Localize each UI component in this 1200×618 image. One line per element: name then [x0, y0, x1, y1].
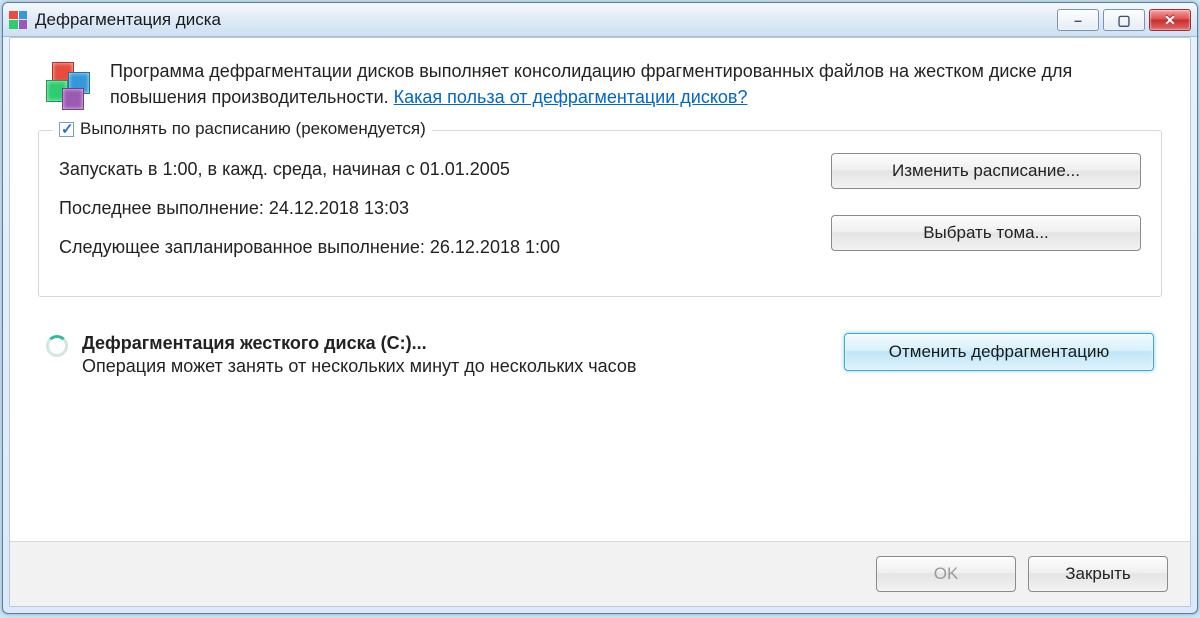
- schedule-group: Выполнять по расписанию (рекомендуется) …: [38, 130, 1162, 297]
- close-dialog-button[interactable]: Закрыть: [1028, 556, 1168, 592]
- schedule-run-line: Запускать в 1:00, в кажд. среда, начиная…: [59, 159, 791, 180]
- minimize-button[interactable]: –: [1057, 9, 1099, 31]
- close-button[interactable]: ✕: [1149, 9, 1191, 31]
- ok-button: OK: [876, 556, 1016, 592]
- client-area: Программа дефрагментации дисков выполняе…: [9, 37, 1191, 607]
- schedule-checkbox[interactable]: [59, 122, 74, 137]
- schedule-body: Запускать в 1:00, в кажд. среда, начиная…: [59, 147, 1141, 276]
- cancel-defrag-button[interactable]: Отменить дефрагментацию: [844, 333, 1154, 371]
- schedule-next-run: Следующее запланированное выполнение: 26…: [59, 237, 791, 258]
- status-left: Дефрагментация жесткого диска (C:)... Оп…: [46, 333, 804, 377]
- status-title: Дефрагментация жесткого диска (C:)...: [82, 333, 636, 354]
- status-desc: Операция может занять от нескольких мину…: [82, 356, 636, 377]
- window-controls: – ▢ ✕: [1057, 9, 1191, 31]
- footer: OK Закрыть: [10, 541, 1190, 606]
- status-text: Дефрагментация жесткого диска (C:)... Оп…: [82, 333, 636, 377]
- select-volumes-button[interactable]: Выбрать тома...: [831, 215, 1141, 251]
- titlebar[interactable]: Дефрагментация диска – ▢ ✕: [3, 3, 1197, 37]
- defrag-window: Дефрагментация диска – ▢ ✕ Программа деф…: [2, 2, 1198, 614]
- intro: Программа дефрагментации дисков выполняе…: [38, 58, 1162, 112]
- schedule-last-run: Последнее выполнение: 24.12.2018 13:03: [59, 198, 791, 219]
- intro-text: Программа дефрагментации дисков выполняе…: [110, 58, 1162, 112]
- defrag-app-icon: [9, 11, 27, 29]
- defrag-large-icon: [38, 58, 92, 112]
- schedule-side-buttons: Изменить расписание... Выбрать тома...: [831, 147, 1141, 276]
- change-schedule-button[interactable]: Изменить расписание...: [831, 153, 1141, 189]
- schedule-lines: Запускать в 1:00, в кажд. среда, начиная…: [59, 147, 791, 276]
- schedule-legend: Выполнять по расписанию (рекомендуется): [53, 119, 432, 139]
- window-title: Дефрагментация диска: [35, 10, 1057, 30]
- content: Программа дефрагментации дисков выполняе…: [10, 38, 1190, 541]
- status-row: Дефрагментация жесткого диска (C:)... Оп…: [38, 333, 1162, 377]
- schedule-checkbox-label: Выполнять по расписанию (рекомендуется): [80, 119, 426, 139]
- spinner-icon: [46, 335, 68, 357]
- help-link[interactable]: Какая польза от дефрагментации дисков?: [394, 87, 748, 107]
- maximize-button[interactable]: ▢: [1103, 9, 1145, 31]
